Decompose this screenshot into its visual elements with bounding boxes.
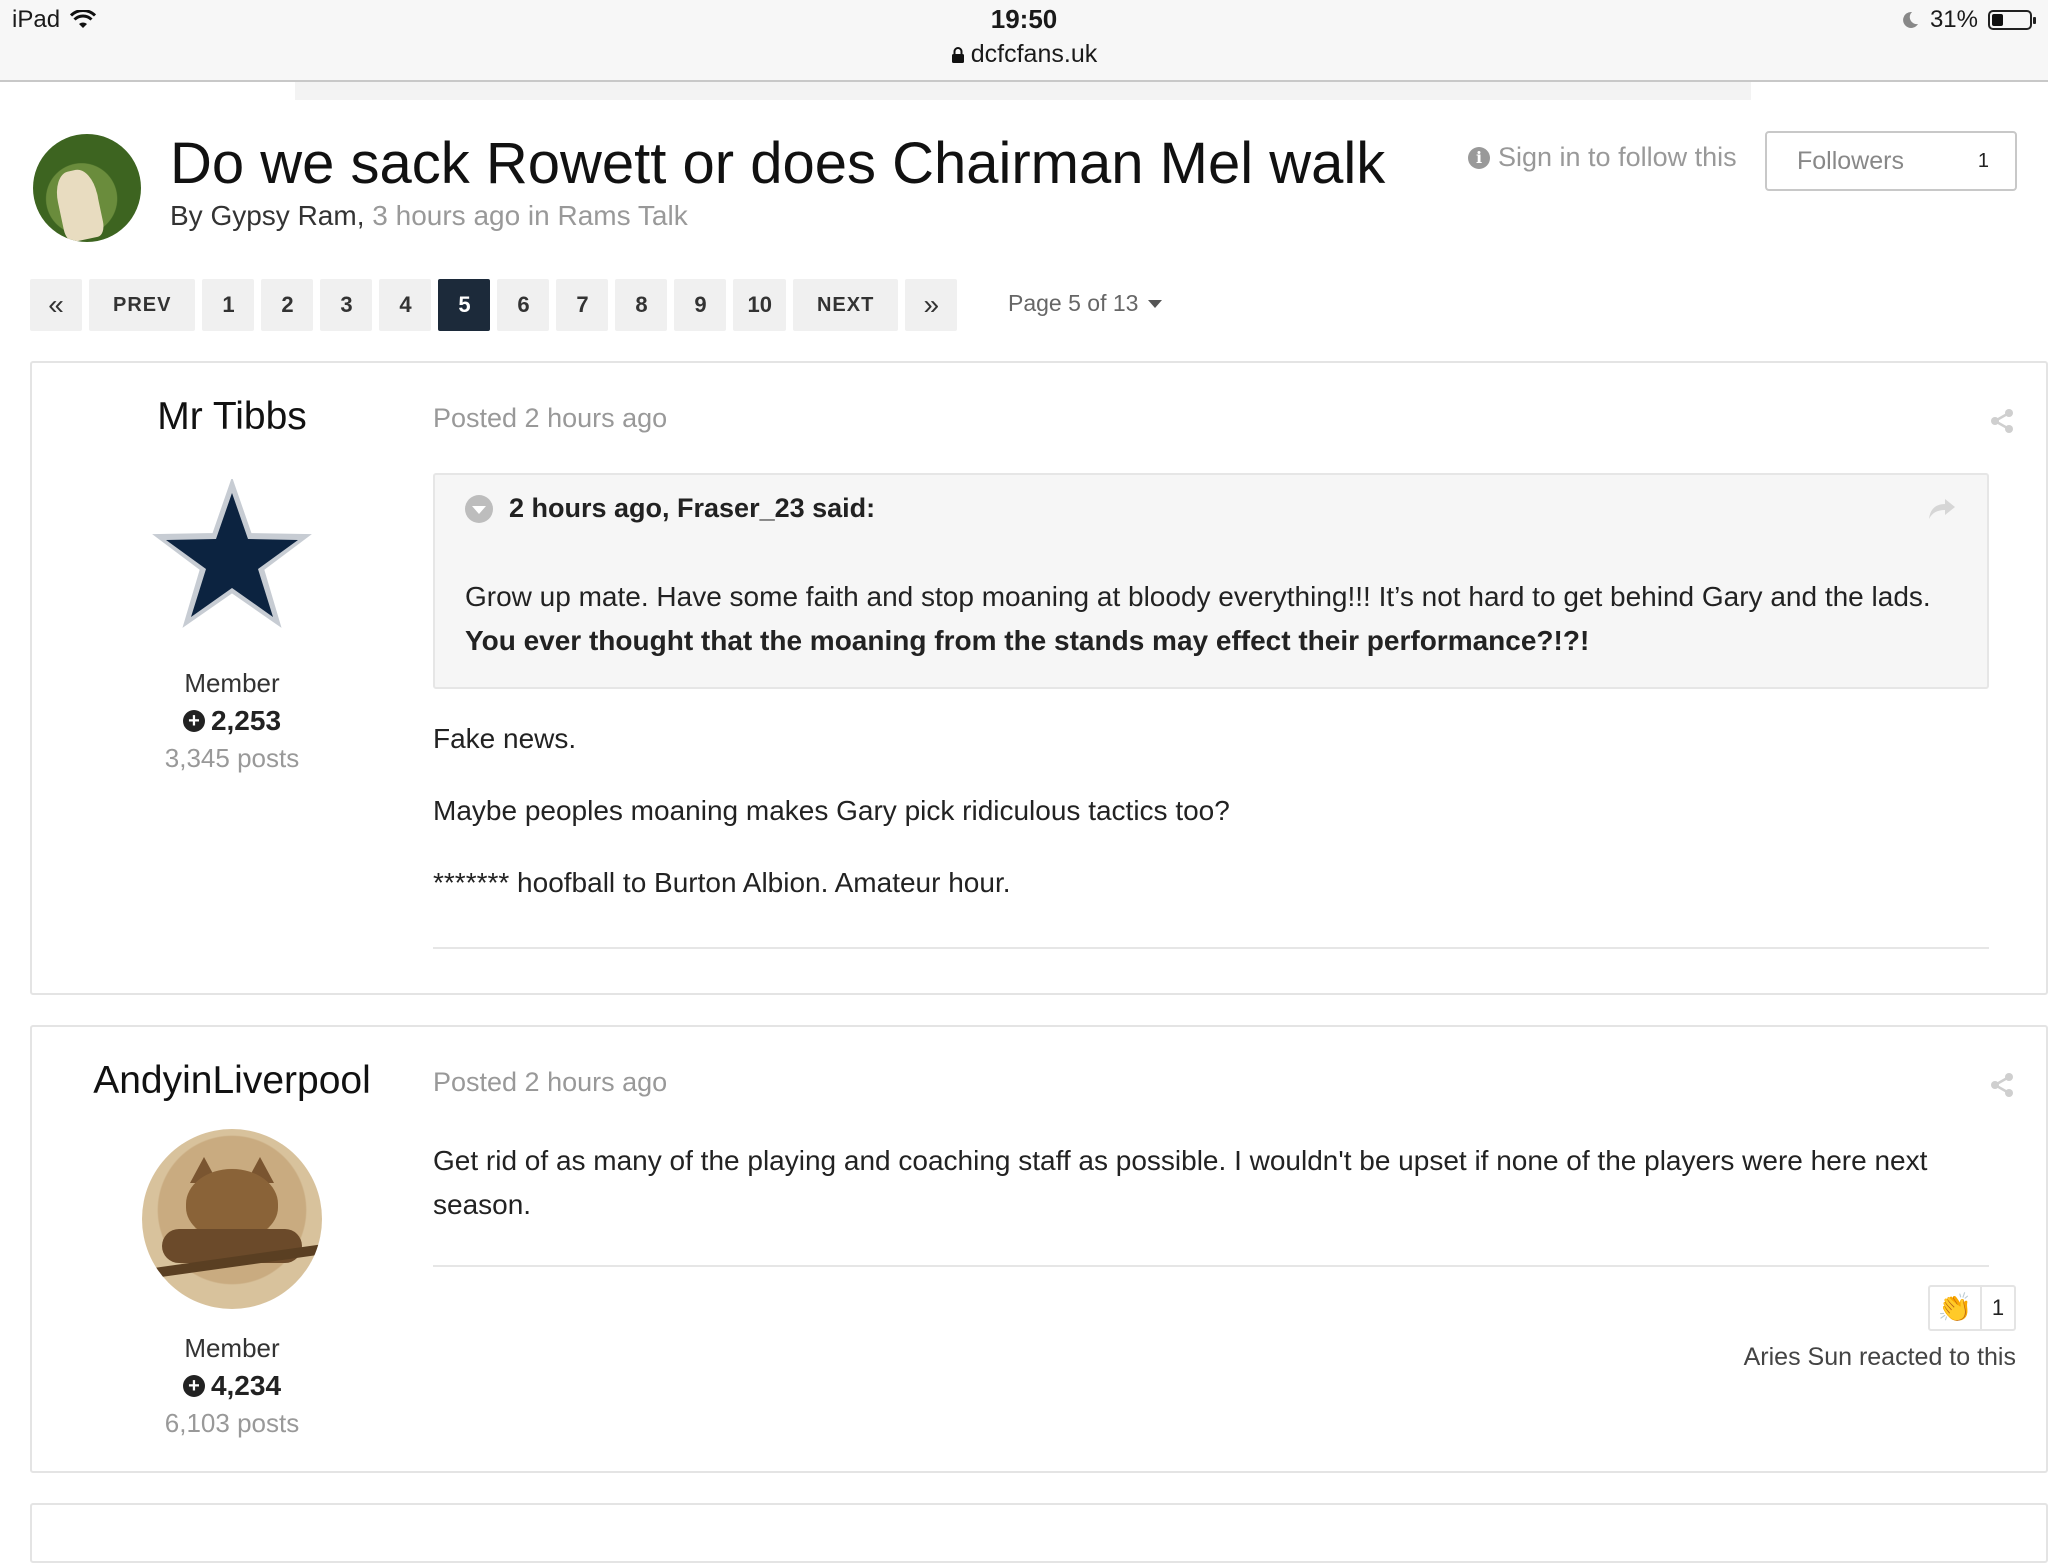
do-not-disturb-moon-icon [1903, 11, 1918, 28]
topic-meta: By Gypsy Ram, 3 hours ago in Rams Talk [170, 200, 688, 232]
post-partial [30, 1503, 2048, 1563]
address-bar[interactable]: dcfcfans.uk [0, 40, 2048, 69]
post-timestamp[interactable]: Posted 2 hours ago [433, 1067, 667, 1098]
share-icon[interactable] [1988, 1071, 2016, 1099]
post-paragraph: ******* hoofball to Burton Albion. Amate… [433, 867, 1011, 898]
post-paragraph: Fake news. [433, 723, 577, 754]
post-author-panel: Mr Tibbs Member + 2,253 3,345 posts [32, 363, 432, 774]
page-7-button[interactable]: 7 [556, 279, 609, 331]
follow-text-label: Sign in to follow this [1498, 142, 1737, 172]
post-divider [433, 947, 1989, 949]
reputation-plus-icon: + [182, 710, 205, 732]
page-jump-label: Page 5 of 13 [1008, 290, 1139, 316]
chevron-down-icon [1148, 299, 1163, 308]
author-reputation: + 2,253 [32, 705, 432, 737]
quote-text-plain: Grow up mate. Have some faith and stop m… [465, 581, 1931, 612]
ios-status-bar: iPad 19:50 dcfcfans.uk 31% [0, 0, 2048, 82]
info-icon: i [1468, 146, 1490, 169]
pagination: « PREV 1 2 3 4 5 6 7 8 9 10 NEXT » [30, 279, 958, 331]
post-paragraph: Maybe peoples moaning makes Gary pick ri… [433, 795, 1230, 826]
avatar-boat-shape [52, 166, 106, 242]
author-name-link[interactable]: AndyinLiverpool [32, 1059, 432, 1103]
followers-count: 1 [1977, 149, 1989, 172]
page-2-button[interactable]: 2 [261, 279, 314, 331]
topic-author-avatar[interactable] [33, 134, 141, 242]
clapping-hands-icon: 👏 [1930, 1287, 1982, 1329]
quote-text: Grow up mate. Have some faith and stop m… [465, 575, 1955, 663]
reputation-value: 4,234 [210, 1370, 282, 1401]
topic-time-forum: 3 hours ago in Rams Talk [372, 200, 688, 231]
page-1-button[interactable]: 1 [202, 279, 255, 331]
post: Mr Tibbs Member + 2,253 3,345 posts Post… [30, 361, 2048, 995]
reaction-summary[interactable]: Aries Sun reacted to this [1744, 1343, 2016, 1372]
post-timestamp[interactable]: Posted 2 hours ago [433, 403, 667, 434]
reputation-plus-icon: + [182, 1375, 205, 1397]
next-page-button[interactable]: NEXT [792, 279, 899, 331]
topic-title: Do we sack Rowett or does Chairman Mel w… [170, 131, 1386, 196]
page-4-button[interactable]: 4 [379, 279, 432, 331]
sign-in-to-follow[interactable]: i Sign in to follow this [1468, 142, 1737, 173]
lock-icon [951, 47, 964, 63]
chevron-down-icon [472, 506, 486, 514]
post: AndyinLiverpool Member + 4,234 6,103 pos… [30, 1025, 2048, 1473]
page-8-button[interactable]: 8 [615, 279, 668, 331]
author-post-count: 6,103 posts [164, 1408, 300, 1438]
page-5-button-current[interactable]: 5 [438, 279, 491, 331]
author-name-link[interactable]: Mr Tibbs [32, 395, 432, 439]
share-icon[interactable] [1988, 407, 2016, 435]
page-jump-dropdown[interactable]: Page 5 of 13 [1008, 290, 1163, 317]
author-post-count: 3,345 posts [164, 743, 300, 773]
page-6-button[interactable]: 6 [497, 279, 550, 331]
quote-text-bold: You ever thought that the moaning from t… [465, 625, 1590, 656]
quote-citation: 2 hours ago, Fraser_23 said: [509, 493, 876, 523]
quote-block: 2 hours ago, Fraser_23 said: Grow up mat… [433, 473, 1989, 689]
go-to-quoted-post-icon[interactable] [1927, 493, 1957, 523]
prev-page-button[interactable]: PREV [89, 279, 196, 331]
reputation-value: 2,253 [210, 705, 282, 736]
battery-fill [1992, 14, 2003, 26]
clock: 19:50 [990, 4, 1058, 34]
page-10-button[interactable]: 10 [733, 279, 786, 331]
post-author-panel: AndyinLiverpool Member + 4,234 6,103 pos… [32, 1027, 432, 1439]
battery-icon [1988, 10, 2036, 30]
battery-percent: 31% [1929, 6, 1978, 33]
reaction-count: 1 [1991, 1295, 2005, 1320]
followers-label: Followers [1797, 146, 1904, 175]
post-paragraph: Get rid of as many of the playing and co… [433, 1145, 1928, 1220]
reaction-badge[interactable]: 👏 1 [1928, 1285, 2016, 1331]
quote-header[interactable]: 2 hours ago, Fraser_23 said: [465, 493, 875, 524]
first-page-button[interactable]: « [30, 279, 82, 331]
browser-toolbar-strip [295, 82, 1751, 100]
url-text: dcfcfans.uk [970, 40, 1098, 68]
author-role: Member [184, 1333, 280, 1363]
followers-button[interactable]: Followers 1 [1765, 131, 2017, 191]
author-reputation: + 4,234 [32, 1370, 432, 1402]
last-page-button[interactable]: » [905, 279, 958, 331]
cheshire-cat-avatar[interactable] [142, 1129, 322, 1309]
author-role: Member [184, 668, 280, 698]
dallas-star-avatar[interactable] [152, 476, 312, 629]
post-divider [433, 1265, 1989, 1267]
quote-collapse-icon[interactable] [465, 494, 493, 523]
status-right: 31% [1900, 6, 2036, 34]
page-9-button[interactable]: 9 [674, 279, 727, 331]
page-3-button[interactable]: 3 [320, 279, 373, 331]
topic-author-link[interactable]: By Gypsy Ram, [170, 200, 364, 231]
